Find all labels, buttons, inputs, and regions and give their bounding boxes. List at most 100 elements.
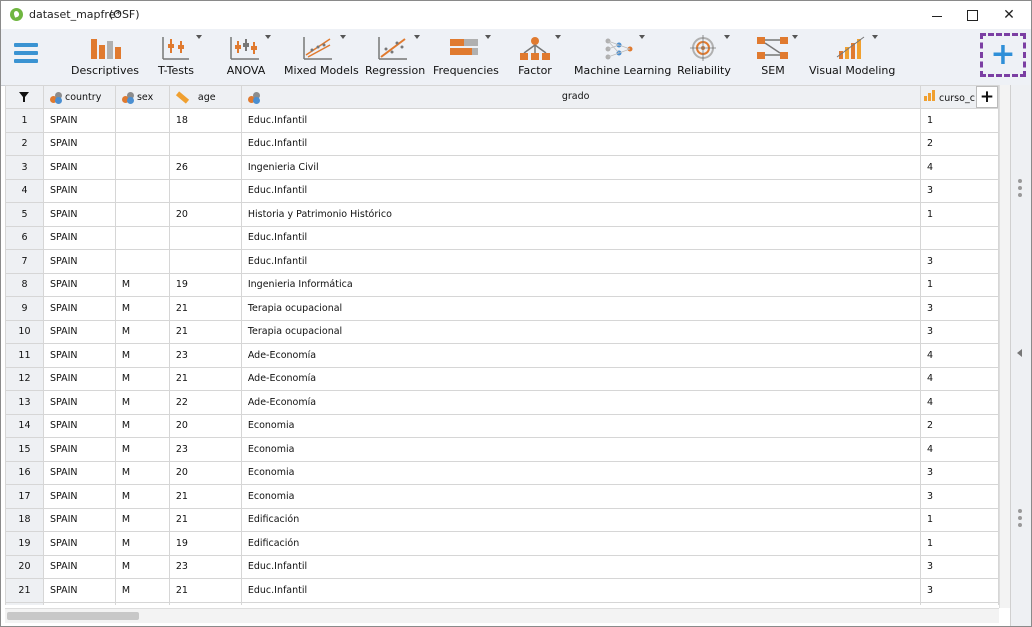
table-cell[interactable]: 19	[168, 531, 242, 556]
table-cell[interactable]: SPAIN	[42, 131, 116, 156]
table-cell[interactable]: Edificación	[240, 507, 922, 532]
table-cell[interactable]: SPAIN	[42, 202, 116, 227]
table-cell[interactable]: 1	[920, 108, 999, 133]
row-number[interactable]: 2	[5, 131, 44, 156]
row-number[interactable]: 1	[5, 108, 44, 133]
table-cell[interactable]: 20	[168, 413, 242, 438]
row-number[interactable]: 16	[5, 460, 44, 485]
row-number[interactable]: 18	[5, 507, 44, 532]
table-cell[interactable]: 1	[920, 507, 999, 532]
table-cell[interactable]: 1	[920, 202, 999, 227]
table-cell[interactable]: Ingenieria Civil	[240, 155, 922, 180]
table-cell[interactable]	[240, 601, 922, 605]
table-cell[interactable]: 21	[168, 319, 242, 344]
row-number[interactable]: 11	[5, 343, 44, 368]
menu-hamburger-icon[interactable]	[14, 43, 38, 67]
table-cell[interactable]: Educ.Infantil	[240, 178, 922, 203]
column-header-country[interactable]: country	[42, 85, 116, 109]
table-cell[interactable]	[114, 249, 170, 274]
table-cell[interactable]: 23	[168, 554, 242, 579]
drag-handle-icon[interactable]	[1018, 179, 1022, 200]
table-cell[interactable]: 4	[920, 155, 999, 180]
table-cell[interactable]	[114, 178, 170, 203]
table-cell[interactable]: Ade-Economía	[240, 343, 922, 368]
row-number[interactable]: 4	[5, 178, 44, 203]
table-cell[interactable]: Educ.Infantil	[240, 225, 922, 250]
table-cell[interactable]: 21	[168, 507, 242, 532]
table-cell[interactable]: Economia	[240, 437, 922, 462]
row-number[interactable]: 3	[5, 155, 44, 180]
row-number[interactable]: 14	[5, 413, 44, 438]
table-cell[interactable]	[114, 108, 170, 133]
table-cell[interactable]: SPAIN	[42, 460, 116, 485]
table-cell[interactable]: 1	[920, 272, 999, 297]
row-number[interactable]: 5	[5, 202, 44, 227]
table-cell[interactable]: 2	[920, 413, 999, 438]
table-cell[interactable]: 3	[920, 319, 999, 344]
row-number[interactable]: 19	[5, 531, 44, 556]
ribbon-mixed-models[interactable]: Mixed Models	[284, 29, 359, 85]
add-module-button[interactable]: +	[980, 33, 1026, 77]
table-cell[interactable]: SPAIN	[42, 413, 116, 438]
row-number[interactable]: 20	[5, 554, 44, 579]
table-cell[interactable]: SPAIN	[42, 178, 116, 203]
row-number[interactable]	[5, 601, 44, 605]
ribbon-regression[interactable]: Regression	[365, 29, 425, 85]
table-cell[interactable]: SPAIN	[42, 272, 116, 297]
ribbon-frequencies[interactable]: Frequencies	[433, 29, 499, 85]
table-cell[interactable]: Edificación	[240, 531, 922, 556]
table-cell[interactable]: M	[114, 437, 170, 462]
table-cell[interactable]: Economia	[240, 460, 922, 485]
table-cell[interactable]: Educ.Infantil	[240, 554, 922, 579]
table-cell[interactable]: M	[114, 460, 170, 485]
column-header-grado[interactable]: grado	[240, 85, 922, 109]
table-cell[interactable]: 2	[920, 131, 999, 156]
table-cell[interactable]: 21	[168, 578, 242, 603]
table-cell[interactable]: SPAIN	[42, 249, 116, 274]
table-cell[interactable]: 21	[168, 484, 242, 509]
table-cell[interactable]: 19	[168, 272, 242, 297]
table-cell[interactable]: M	[114, 366, 170, 391]
table-cell[interactable]: M	[114, 578, 170, 603]
table-cell[interactable]: 21	[168, 296, 242, 321]
table-cell[interactable]: 20	[168, 202, 242, 227]
row-number[interactable]: 15	[5, 437, 44, 462]
table-cell[interactable]: Ade-Economía	[240, 366, 922, 391]
ribbon-machine-learning[interactable]: Machine Learning	[574, 29, 671, 85]
scrollbar-thumb[interactable]	[7, 612, 139, 620]
table-cell[interactable]	[114, 225, 170, 250]
maximize-button[interactable]	[954, 1, 990, 29]
table-cell[interactable]: M	[114, 531, 170, 556]
table-cell[interactable]	[168, 225, 242, 250]
table-cell[interactable]: SPAIN	[42, 225, 116, 250]
table-cell[interactable]: M	[114, 390, 170, 415]
table-cell[interactable]: SPAIN	[42, 437, 116, 462]
table-cell[interactable]: SPAIN	[42, 366, 116, 391]
table-cell[interactable]: M	[114, 413, 170, 438]
row-number[interactable]: 13	[5, 390, 44, 415]
table-cell[interactable]: SPAIN	[42, 296, 116, 321]
expand-arrow-icon[interactable]	[1017, 349, 1022, 357]
table-cell[interactable]	[42, 601, 116, 605]
row-number[interactable]: 17	[5, 484, 44, 509]
column-header-sex[interactable]: sex	[114, 85, 170, 109]
results-pane-collapsed[interactable]	[1010, 85, 1031, 626]
table-cell[interactable]	[168, 601, 242, 605]
table-cell[interactable]: SPAIN	[42, 578, 116, 603]
ribbon-sem[interactable]: SEM	[751, 29, 798, 85]
table-cell[interactable]: 1	[920, 531, 999, 556]
table-cell[interactable]: 3	[920, 296, 999, 321]
table-cell[interactable]: SPAIN	[42, 554, 116, 579]
table-cell[interactable]: 20	[168, 460, 242, 485]
table-cell[interactable]: 4	[920, 366, 999, 391]
table-cell[interactable]: Ingenieria Informática	[240, 272, 922, 297]
row-number[interactable]: 9	[5, 296, 44, 321]
column-header-curso[interactable]: curso_c +	[920, 85, 999, 109]
table-cell[interactable]: M	[114, 296, 170, 321]
filter-header[interactable]	[5, 85, 44, 109]
table-cell[interactable]: 4	[920, 437, 999, 462]
table-cell[interactable]	[114, 601, 170, 605]
table-cell[interactable]: 4	[920, 343, 999, 368]
table-cell[interactable]: SPAIN	[42, 507, 116, 532]
table-cell[interactable]: 23	[168, 437, 242, 462]
